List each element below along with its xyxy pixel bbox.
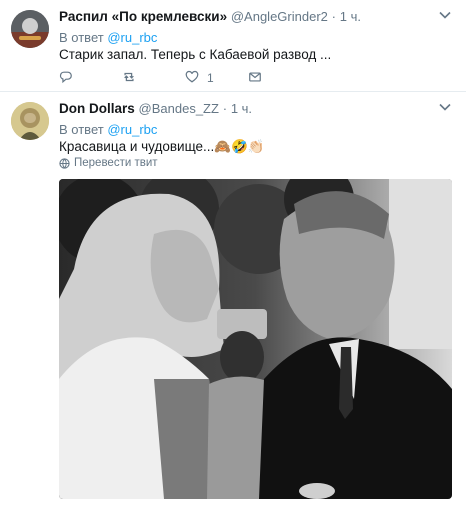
timestamp[interactable]: 1 ч. [231,101,252,116]
reply-context: В ответ @ru_rbc [59,121,157,139]
avatar[interactable] [11,10,49,48]
reply-context: В ответ @ru_rbc [59,29,157,47]
tweet-text: Красавица и чудовище...🙈🤣👏🏻 [59,139,265,154]
dm-icon [248,70,262,87]
dm-button[interactable] [248,70,262,86]
separator: · [222,101,228,116]
tweet-header: Распил «По кремлевски» @AngleGrinder2 · … [59,8,436,26]
tweet[interactable]: Распил «По кремлевски» @AngleGrinder2 · … [0,0,466,92]
globe-icon [59,157,70,169]
like-icon [185,70,199,87]
caret-down-icon[interactable] [438,8,452,22]
retweet-button[interactable] [122,70,136,86]
tweet-text: Старик запал. Теперь с Кабаевой развод .… [59,47,332,62]
like-count: 1 [207,71,214,85]
retweet-icon [122,70,136,87]
timestamp[interactable]: 1 ч. [340,9,361,24]
tweet-photo[interactable] [59,179,452,499]
author-handle[interactable]: @AngleGrinder2 [231,9,328,24]
reply-icon [59,70,73,87]
author-name[interactable]: Don Dollars [59,101,135,116]
avatar[interactable] [11,102,49,140]
author-handle[interactable]: @Bandes_ZZ [139,101,219,116]
reply-prefix: В ответ [59,30,104,45]
translate-label: Перевести твит [74,157,158,169]
author-name[interactable]: Распил «По кремлевски» [59,9,227,24]
translate-tweet-link[interactable]: Перевести твит [59,157,158,169]
reply-button[interactable] [59,70,73,86]
tweet-header: Don Dollars @Bandes_ZZ · 1 ч. [59,100,436,118]
caret-down-icon[interactable] [438,100,452,114]
separator: · [331,9,336,24]
tweet[interactable]: Don Dollars @Bandes_ZZ · 1 ч. В ответ @r… [0,92,466,511]
tweet-actions: 1 [59,70,269,86]
reply-mention-link[interactable]: @ru_rbc [107,122,157,137]
reply-mention-link[interactable]: @ru_rbc [107,30,157,45]
reply-prefix: В ответ [59,122,104,137]
like-button[interactable]: 1 [185,70,214,86]
